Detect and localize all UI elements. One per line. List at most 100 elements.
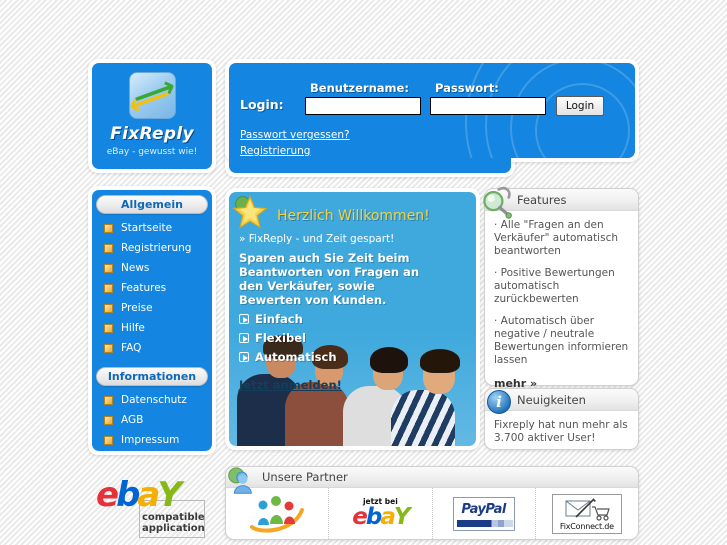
partners-row: jetzt bei ebaY PayPal FixConnect.de xyxy=(226,488,638,539)
sidebar-item-agb[interactable]: AGB xyxy=(92,410,212,430)
partner-paypal[interactable]: PayPal xyxy=(433,488,536,539)
ebay-badge-text: compatible application xyxy=(142,512,205,534)
bullet-square-icon xyxy=(104,303,113,313)
welcome-bullet-label: Automatisch xyxy=(255,350,337,364)
ebay-badge-line1: compatible xyxy=(142,512,205,523)
two-arrows-refresh-icon: ⟶ ⟶ xyxy=(128,72,176,119)
news-panel: i Neuigkeiten Fixreply hat nun mehr als … xyxy=(484,388,639,450)
welcome-bullet-automatisch: Automatisch xyxy=(239,350,466,364)
sidebar-item-hilfe[interactable]: Hilfe xyxy=(92,318,212,338)
ebay-letter-y: Y xyxy=(157,475,182,515)
site-logo-inner: ⟶ ⟶ FixReply eBay - gewusst wie! xyxy=(92,63,212,169)
ebay-letter-b: b xyxy=(116,475,140,515)
login-label: Login: xyxy=(240,97,284,112)
forgot-password-link[interactable]: Passwort vergessen? xyxy=(240,129,350,141)
welcome-body-text: Sparen auch Sie Zeit beim Beantworten vo… xyxy=(239,251,420,307)
sidebar-section-header-informationen: Informationen xyxy=(96,367,208,386)
welcome-signup-link[interactable]: Jetzt anmelden! xyxy=(239,378,342,392)
sidebar-item-faq[interactable]: FAQ xyxy=(92,338,212,358)
username-label: Benutzername: xyxy=(310,81,409,95)
page-root: ⟶ ⟶ FixReply eBay - gewusst wie! Login: … xyxy=(0,0,727,545)
sidebar-item-features[interactable]: Features xyxy=(92,278,212,298)
registration-link[interactable]: Registrierung xyxy=(240,145,350,157)
bullet-square-icon xyxy=(104,343,113,353)
community-swoosh-logo xyxy=(250,494,305,534)
welcome-panel: Herzlich Willkommen! » FixReply - und Ze… xyxy=(225,188,480,450)
bullet-square-icon xyxy=(104,223,113,233)
photo-person-body xyxy=(391,390,455,446)
ebay-letter-e: e xyxy=(352,504,368,531)
welcome-bullet-label: Flexibel xyxy=(255,331,306,345)
sidebar-item-label: News xyxy=(121,262,150,274)
partner-community-swoosh[interactable] xyxy=(226,488,330,539)
sidebar-item-label: Features xyxy=(121,282,167,294)
news-panel-body: Fixreply hat nun mehr als 3.700 aktiver … xyxy=(494,419,628,444)
envelope-cart-icon xyxy=(565,497,610,521)
play-square-icon xyxy=(239,333,249,343)
welcome-bullet-einfach: Einfach xyxy=(239,312,466,326)
feature-item: · Automatisch über negative / neutrale B… xyxy=(494,315,629,366)
sidebar-item-label: AGB xyxy=(121,414,144,426)
ebay-letter-a: a xyxy=(137,475,160,515)
ebay-logo-icon: ebaY xyxy=(96,475,182,515)
sidebar-item-datenschutz[interactable]: Datenschutz xyxy=(92,390,212,410)
sidebar-item-preise[interactable]: Preise xyxy=(92,298,212,318)
sidebar-item-impressum[interactable]: Impressum xyxy=(92,430,212,450)
ebay-letter-a: a xyxy=(380,504,395,531)
ebay-badge-line2: application xyxy=(142,523,205,534)
ebay-letter-b: b xyxy=(365,504,383,531)
username-input[interactable] xyxy=(305,97,421,115)
sidebar-item-registrierung[interactable]: Registrierung xyxy=(92,238,212,258)
bullet-square-icon xyxy=(104,323,113,333)
site-logo-title: FixReply xyxy=(110,124,194,144)
sidebar-item-news[interactable]: News xyxy=(92,258,212,278)
bullet-square-icon xyxy=(104,243,113,253)
features-panel: Features · Alle "Fragen an den Verkäufer… xyxy=(483,186,639,390)
site-logo-box[interactable]: ⟶ ⟶ FixReply eBay - gewusst wie! xyxy=(88,59,216,173)
partners-panel-title: Unsere Partner xyxy=(226,467,638,488)
welcome-bullet-label: Einfach xyxy=(255,312,303,326)
sidebar-item-label: Preise xyxy=(121,302,153,314)
sidebar-item-startseite[interactable]: Startseite xyxy=(92,218,212,238)
sidebar: Allgemein Startseite Registrierung News … xyxy=(88,186,216,455)
bullet-square-icon xyxy=(104,263,113,273)
password-label: Passwort: xyxy=(435,81,499,95)
sidebar-item-label: Registrierung xyxy=(121,242,192,254)
partner-jetzt-bei-ebay[interactable]: jetzt bei ebaY xyxy=(329,488,433,539)
paypal-color-bar xyxy=(456,519,513,527)
fixconnect-logo: FixConnect.de xyxy=(551,493,622,534)
magnifier-icon xyxy=(483,186,512,219)
jetzt-bei-ebay-logo: jetzt bei ebaY xyxy=(352,498,411,531)
password-input[interactable] xyxy=(430,97,546,115)
fixconnect-label: FixConnect.de xyxy=(559,521,614,531)
welcome-title: Herzlich Willkommen! xyxy=(277,208,430,224)
feature-item: · Positive Bewertungen automatisch zurüc… xyxy=(494,267,615,305)
login-links: Passwort vergessen? Registrierung xyxy=(240,129,350,161)
login-submit-button[interactable]: Login xyxy=(556,96,604,116)
feature-item: · Alle "Fragen an den Verkäufer" automat… xyxy=(494,219,618,257)
ebay-letter-e: e xyxy=(96,475,119,515)
bullet-square-icon xyxy=(104,395,113,405)
play-square-icon xyxy=(239,314,249,324)
star-icon xyxy=(232,195,268,229)
ebay-letter-y: Y xyxy=(393,504,411,531)
paypal-label: PayPal xyxy=(461,501,506,517)
sidebar-item-label: Impressum xyxy=(121,434,180,446)
bullet-square-icon xyxy=(104,283,113,293)
sidebar-inner: Allgemein Startseite Registrierung News … xyxy=(92,190,212,451)
features-panel-body: · Alle "Fragen an den Verkäufer" automat… xyxy=(485,211,638,397)
paypal-logo: PayPal xyxy=(452,496,515,531)
bullet-square-icon xyxy=(104,435,113,445)
sidebar-item-label: Hilfe xyxy=(121,322,145,334)
sidebar-section-header-allgemein: Allgemein xyxy=(96,195,208,214)
welcome-subtitle: » FixReply - und Zeit gespart! xyxy=(239,233,395,245)
welcome-bullet-flexibel: Flexibel xyxy=(239,331,466,345)
sidebar-item-label: Startseite xyxy=(121,222,173,234)
site-logo-tagline: eBay - gewusst wie! xyxy=(106,147,198,157)
ebay-logo-icon: ebaY xyxy=(352,504,411,531)
partner-fixconnect[interactable]: FixConnect.de xyxy=(536,488,638,539)
play-square-icon xyxy=(239,352,249,362)
login-panel: Login: Benutzername: Passwort: Login Pas… xyxy=(225,59,639,177)
sidebar-item-label: Datenschutz xyxy=(121,394,187,406)
info-icon: i xyxy=(487,390,511,414)
